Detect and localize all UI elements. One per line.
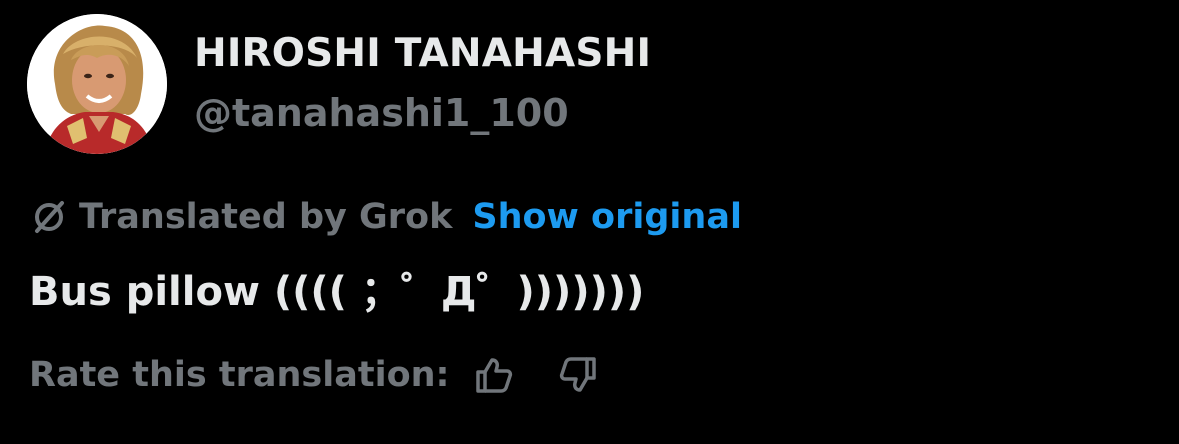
translation-bar: Translated by Grok Show original	[29, 190, 742, 244]
post-text: Bus pillow (((( ；゜Д゜)))))))	[29, 269, 645, 315]
avatar[interactable]	[27, 14, 167, 154]
user-handle[interactable]: @tanahashi1_100	[194, 86, 569, 140]
translated-by-label: Translated by Grok	[79, 197, 453, 237]
no-entry-icon	[29, 197, 69, 237]
thumbs-up-icon	[475, 358, 512, 393]
show-original-link[interactable]: Show original	[472, 197, 742, 237]
rate-translation-label: Rate this translation:	[29, 355, 450, 395]
display-name[interactable]: HIROSHI TANAHASHI	[194, 27, 651, 81]
thumbs-up-button[interactable]	[472, 353, 516, 397]
avatar-image	[27, 14, 167, 154]
thumbs-down-button[interactable]	[556, 353, 600, 397]
thumbs-down-icon	[559, 357, 596, 392]
rate-translation-bar: Rate this translation:	[29, 348, 600, 402]
